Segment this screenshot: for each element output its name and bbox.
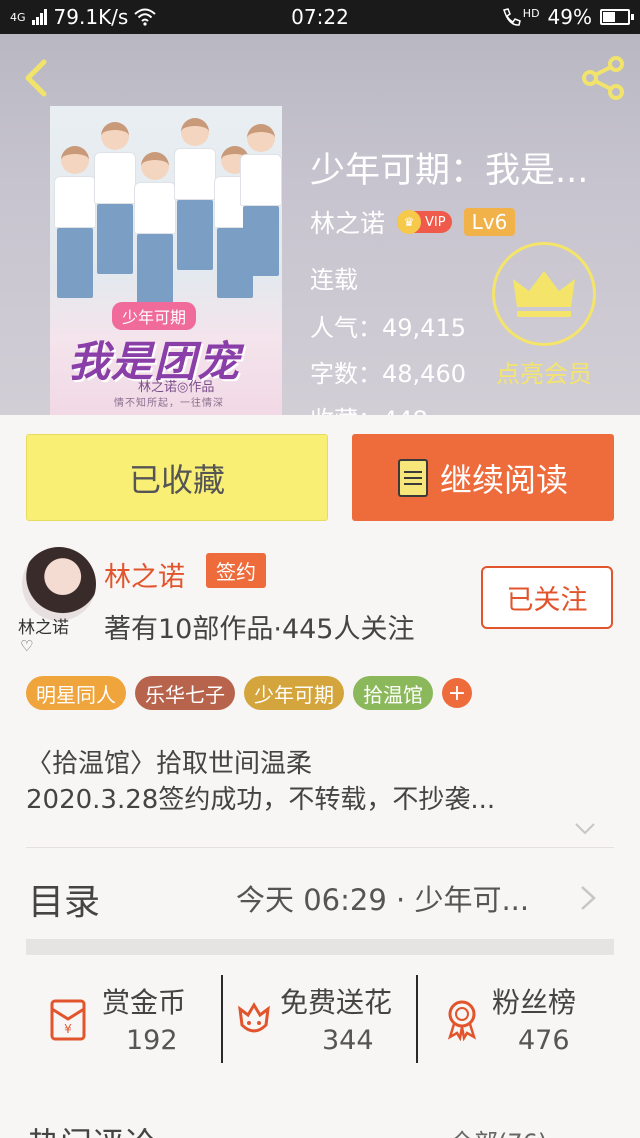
toc-latest-chapter[interactable]: 今天 06:29 · 少年可...	[236, 877, 552, 919]
intro-line-1: 〈拾温馆〉拾取世间温柔	[26, 749, 313, 779]
book-icon	[397, 458, 428, 497]
reward-coins-count: 192	[126, 1025, 178, 1056]
continue-reading-button[interactable]: 继续阅读	[352, 434, 614, 521]
crown-icon	[513, 271, 575, 317]
cover-figure	[134, 152, 176, 304]
battery-level	[603, 12, 615, 22]
collect-count-stat: 收藏：448	[310, 400, 428, 415]
cover-author: 林之诺◎作品	[138, 380, 215, 395]
popularity-value: 49,415	[382, 314, 466, 342]
fan-ranking-count: 476	[518, 1025, 570, 1056]
toc-label[interactable]: 目录	[28, 873, 100, 925]
book-cover[interactable]: 少年可期 我是团宠 林之诺◎作品 情不知所起，一往情深	[50, 106, 282, 415]
collect-count-label: 收藏：	[310, 406, 382, 415]
clock: 07:22	[291, 5, 349, 29]
follow-label: 已关注	[506, 585, 588, 616]
author-card-name[interactable]: 林之诺	[104, 555, 185, 594]
popularity-label: 人气：	[310, 314, 382, 342]
fan-ranking-label: 粉丝榜	[492, 986, 577, 1019]
collect-count-value: 448	[382, 406, 428, 415]
red-envelope-icon: ¥	[50, 999, 86, 1041]
chevron-right-icon[interactable]	[578, 883, 598, 913]
vip-badge: ♛ VIP	[397, 210, 452, 234]
status-bar: 4G 79.1K/s 07:22 HD 49%	[0, 0, 640, 34]
word-count-label: 字数：	[310, 360, 382, 388]
send-flower-label: 免费送花	[280, 986, 393, 1019]
level-badge: Lv6	[463, 208, 516, 236]
medal-icon	[447, 1000, 477, 1041]
battery-percent: 49%	[547, 5, 592, 29]
cover-slogan: 情不知所起，一往情深	[114, 398, 224, 409]
popularity-stat: 人气：49,415	[310, 308, 466, 343]
author-description: 著有10部作品·445人关注	[104, 614, 415, 645]
reward-coins-label: 赏金币	[102, 986, 187, 1019]
tag-chip[interactable]: 明星同人	[26, 676, 126, 710]
follow-button[interactable]: 已关注	[481, 566, 613, 629]
hot-comments-title: 热门评论	[28, 1119, 156, 1138]
crown-icon: ♛	[397, 210, 422, 234]
tag-chip[interactable]: 拾温馆	[353, 676, 433, 710]
cover-figure	[174, 118, 216, 270]
vip-label: VIP	[425, 214, 446, 230]
author-row: 林之诺 ♛ VIP Lv6	[310, 204, 516, 240]
word-count-value: 48,460	[382, 360, 466, 388]
battery-icon	[600, 9, 634, 25]
member-button[interactable]	[492, 242, 596, 346]
tag-chip[interactable]: 少年可期	[244, 676, 344, 710]
intro-line-2: 2020.3.28签约成功，不转载，不抄袭...	[26, 785, 496, 815]
hd-label: HD	[522, 6, 540, 20]
tag-list: 明星同人 乐华七子 少年可期 拾温馆 +	[26, 676, 472, 710]
cover-figure	[240, 124, 282, 276]
author-name[interactable]: 林之诺	[310, 204, 385, 240]
book-title: 少年可期：我是...	[310, 151, 589, 191]
divider	[416, 975, 418, 1063]
section-divider	[26, 939, 614, 955]
author-card: 林之诺 ♡ 林之诺 签约 著有10部作品·445人关注 已关注	[0, 545, 640, 655]
cover-subtitle: 少年可期	[112, 302, 197, 330]
reward-coins-button[interactable]: ¥ 赏金币 192	[46, 977, 216, 1069]
divider	[26, 847, 614, 848]
all-comments-link[interactable]: 全部(76)	[450, 1123, 547, 1138]
add-tag-button[interactable]: +	[442, 678, 472, 708]
avatar-caption: 林之诺	[18, 618, 69, 638]
book-header: 少年可期 我是团宠 林之诺◎作品 情不知所起，一往情深 少年可期：我是... 林…	[0, 34, 640, 415]
tag-chip[interactable]: 乐华七子	[135, 676, 235, 710]
chevron-down-icon[interactable]	[574, 817, 596, 839]
svg-text:¥: ¥	[64, 1022, 72, 1036]
back-icon[interactable]	[18, 58, 58, 98]
divider	[221, 975, 223, 1063]
word-count-stat: 字数：48,460	[310, 354, 466, 389]
main-content: 已收藏 继续阅读 林之诺 ♡ 林之诺 签约 著有10部作品·445人关注 已关注…	[0, 415, 640, 1138]
collected-button[interactable]: 已收藏	[26, 434, 328, 521]
avatar[interactable]	[22, 547, 96, 621]
continue-reading-label: 继续阅读	[439, 460, 568, 499]
cover-figure	[54, 146, 96, 298]
signed-badge: 签约	[206, 553, 266, 588]
phone-hd-icon	[502, 8, 521, 26]
member-label[interactable]: 点亮会员	[476, 354, 612, 389]
share-icon[interactable]	[580, 54, 628, 102]
send-flower-button[interactable]: 免费送花 344	[232, 977, 416, 1069]
heart-icon: ♡	[20, 637, 34, 655]
fan-ranking-button[interactable]: 粉丝榜 476	[440, 977, 610, 1069]
flower-icon	[238, 1002, 270, 1033]
collected-label: 已收藏	[128, 460, 225, 499]
serial-status: 连载	[310, 266, 358, 294]
send-flower-count: 344	[322, 1025, 374, 1056]
cover-figure	[94, 122, 136, 274]
